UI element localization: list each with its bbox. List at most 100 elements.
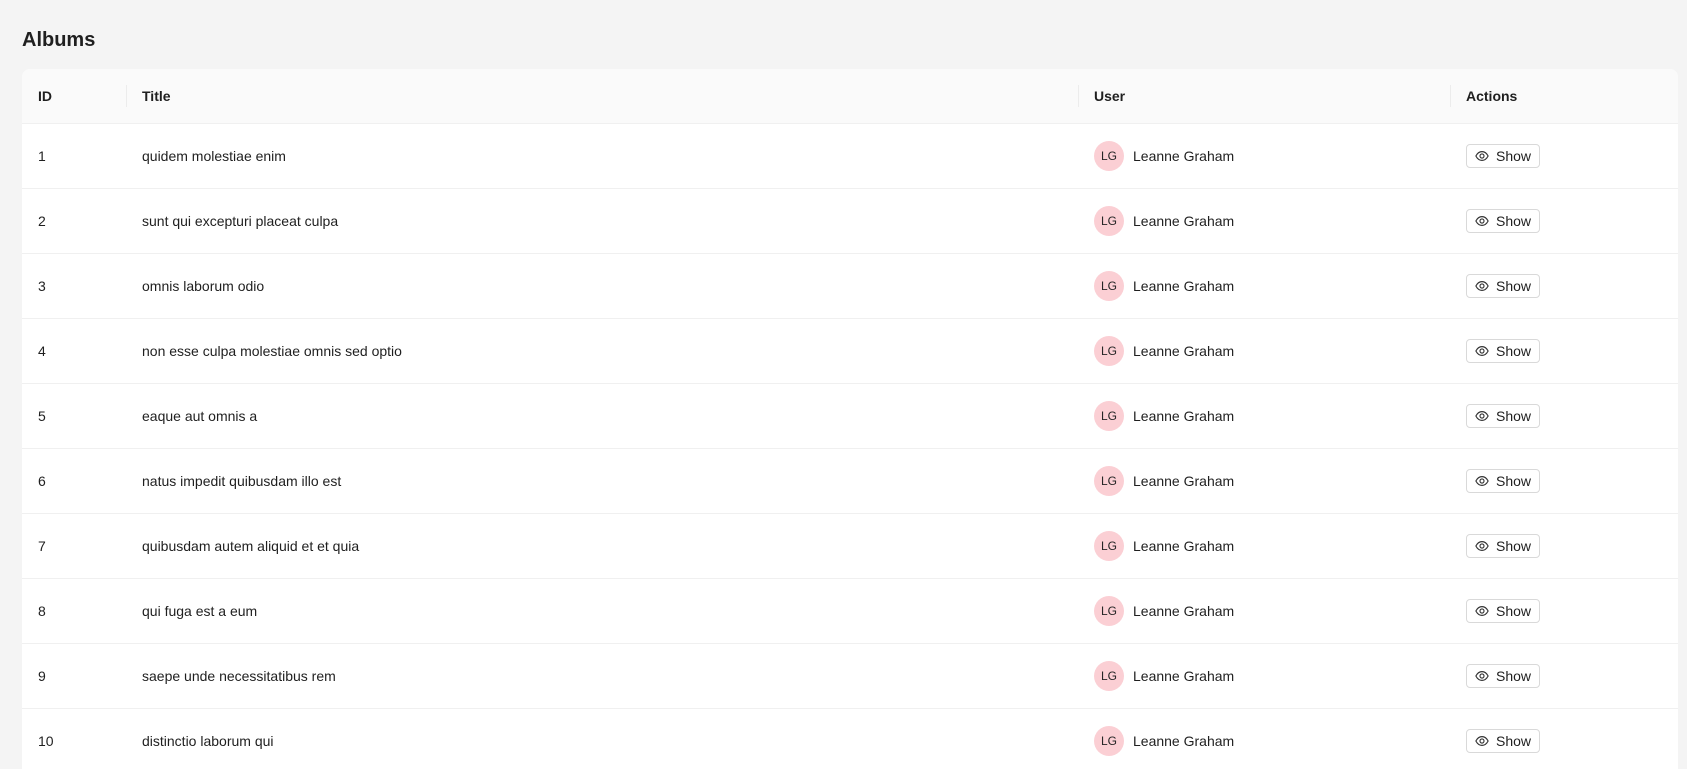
user-info: LG Leanne Graham <box>1094 336 1434 366</box>
avatar: LG <box>1094 726 1124 756</box>
album-actions-cell: Show <box>1450 383 1678 449</box>
album-actions-cell: Show <box>1450 318 1678 384</box>
show-button[interactable]: Show <box>1466 599 1541 623</box>
table-row: 1 quidem molestiae enim LG Leanne Graham… <box>22 123 1678 189</box>
album-id-cell: 5 <box>22 383 126 449</box>
table-row: 7 quibusdam autem aliquid et et quia LG … <box>22 513 1678 579</box>
avatar: LG <box>1094 531 1124 561</box>
show-button-label: Show <box>1496 668 1532 684</box>
table-row: 5 eaque aut omnis a LG Leanne Graham Sho… <box>22 383 1678 449</box>
eye-icon <box>1475 409 1489 423</box>
eye-icon <box>1475 214 1489 228</box>
user-name: Leanne Graham <box>1133 148 1235 164</box>
user-name: Leanne Graham <box>1133 213 1235 229</box>
album-title-cell: eaque aut omnis a <box>126 383 1078 449</box>
album-id-cell: 7 <box>22 513 126 579</box>
avatar: LG <box>1094 661 1124 691</box>
show-button-label: Show <box>1496 538 1532 554</box>
user-info: LG Leanne Graham <box>1094 401 1434 431</box>
album-title-cell: quibusdam autem aliquid et et quia <box>126 513 1078 579</box>
eye-icon <box>1475 344 1489 358</box>
avatar: LG <box>1094 141 1124 171</box>
table-header-row: ID Title User Actions <box>22 69 1678 124</box>
album-title-cell: sunt qui excepturi placeat culpa <box>126 188 1078 254</box>
album-id-cell: 9 <box>22 643 126 709</box>
table-row: 10 distinctio laborum qui LG Leanne Grah… <box>22 708 1678 769</box>
avatar: LG <box>1094 336 1124 366</box>
album-actions-cell: Show <box>1450 578 1678 644</box>
album-user-cell: LG Leanne Graham <box>1078 253 1450 319</box>
album-id-cell: 8 <box>22 578 126 644</box>
user-name: Leanne Graham <box>1133 538 1235 554</box>
album-user-cell: LG Leanne Graham <box>1078 513 1450 579</box>
user-info: LG Leanne Graham <box>1094 531 1434 561</box>
user-name: Leanne Graham <box>1133 603 1235 619</box>
page-title: Albums <box>22 29 96 51</box>
albums-table-card: ID Title User Actions 1 quidem molestiae… <box>22 69 1678 769</box>
show-button-label: Show <box>1496 408 1532 424</box>
table-row: 9 saepe unde necessitatibus rem LG Leann… <box>22 643 1678 709</box>
album-user-cell: LG Leanne Graham <box>1078 123 1450 189</box>
album-user-cell: LG Leanne Graham <box>1078 383 1450 449</box>
show-button[interactable]: Show <box>1466 469 1541 493</box>
show-button[interactable]: Show <box>1466 274 1541 298</box>
show-button-label: Show <box>1496 213 1532 229</box>
user-info: LG Leanne Graham <box>1094 141 1434 171</box>
album-user-cell: LG Leanne Graham <box>1078 188 1450 254</box>
eye-icon <box>1475 279 1489 293</box>
user-name: Leanne Graham <box>1133 668 1235 684</box>
album-actions-cell: Show <box>1450 643 1678 709</box>
album-title-cell: omnis laborum odio <box>126 253 1078 319</box>
album-title-cell: distinctio laborum qui <box>126 708 1078 769</box>
user-info: LG Leanne Graham <box>1094 271 1434 301</box>
album-user-cell: LG Leanne Graham <box>1078 708 1450 769</box>
album-actions-cell: Show <box>1450 253 1678 319</box>
show-button[interactable]: Show <box>1466 404 1541 428</box>
show-button-label: Show <box>1496 148 1532 164</box>
table-row: 2 sunt qui excepturi placeat culpa LG Le… <box>22 188 1678 254</box>
user-name: Leanne Graham <box>1133 408 1235 424</box>
album-user-cell: LG Leanne Graham <box>1078 578 1450 644</box>
show-button[interactable]: Show <box>1466 209 1541 233</box>
show-button[interactable]: Show <box>1466 144 1541 168</box>
table-row: 3 omnis laborum odio LG Leanne Graham Sh… <box>22 253 1678 319</box>
album-title-cell: natus impedit quibusdam illo est <box>126 448 1078 514</box>
album-actions-cell: Show <box>1450 513 1678 579</box>
user-name: Leanne Graham <box>1133 343 1235 359</box>
avatar: LG <box>1094 271 1124 301</box>
column-header-actions: Actions <box>1450 69 1678 124</box>
avatar: LG <box>1094 466 1124 496</box>
avatar: LG <box>1094 206 1124 236</box>
column-header-user: User <box>1078 69 1450 124</box>
album-user-cell: LG Leanne Graham <box>1078 318 1450 384</box>
table-body: 1 quidem molestiae enim LG Leanne Graham… <box>22 123 1678 769</box>
album-id-cell: 4 <box>22 318 126 384</box>
show-button[interactable]: Show <box>1466 534 1541 558</box>
avatar: LG <box>1094 596 1124 626</box>
show-button-label: Show <box>1496 733 1532 749</box>
column-header-id: ID <box>22 69 126 124</box>
user-info: LG Leanne Graham <box>1094 726 1434 756</box>
show-button-label: Show <box>1496 603 1532 619</box>
eye-icon <box>1475 734 1489 748</box>
user-info: LG Leanne Graham <box>1094 661 1434 691</box>
table-row: 8 qui fuga est a eum LG Leanne Graham Sh… <box>22 578 1678 644</box>
show-button-label: Show <box>1496 343 1532 359</box>
user-name: Leanne Graham <box>1133 278 1235 294</box>
user-name: Leanne Graham <box>1133 733 1235 749</box>
album-actions-cell: Show <box>1450 123 1678 189</box>
album-id-cell: 3 <box>22 253 126 319</box>
show-button[interactable]: Show <box>1466 664 1541 688</box>
album-user-cell: LG Leanne Graham <box>1078 643 1450 709</box>
show-button-label: Show <box>1496 278 1532 294</box>
album-actions-cell: Show <box>1450 708 1678 769</box>
show-button[interactable]: Show <box>1466 729 1541 753</box>
eye-icon <box>1475 669 1489 683</box>
eye-icon <box>1475 149 1489 163</box>
album-title-cell: qui fuga est a eum <box>126 578 1078 644</box>
user-info: LG Leanne Graham <box>1094 466 1434 496</box>
show-button[interactable]: Show <box>1466 339 1541 363</box>
album-id-cell: 2 <box>22 188 126 254</box>
album-title-cell: saepe unde necessitatibus rem <box>126 643 1078 709</box>
avatar: LG <box>1094 401 1124 431</box>
